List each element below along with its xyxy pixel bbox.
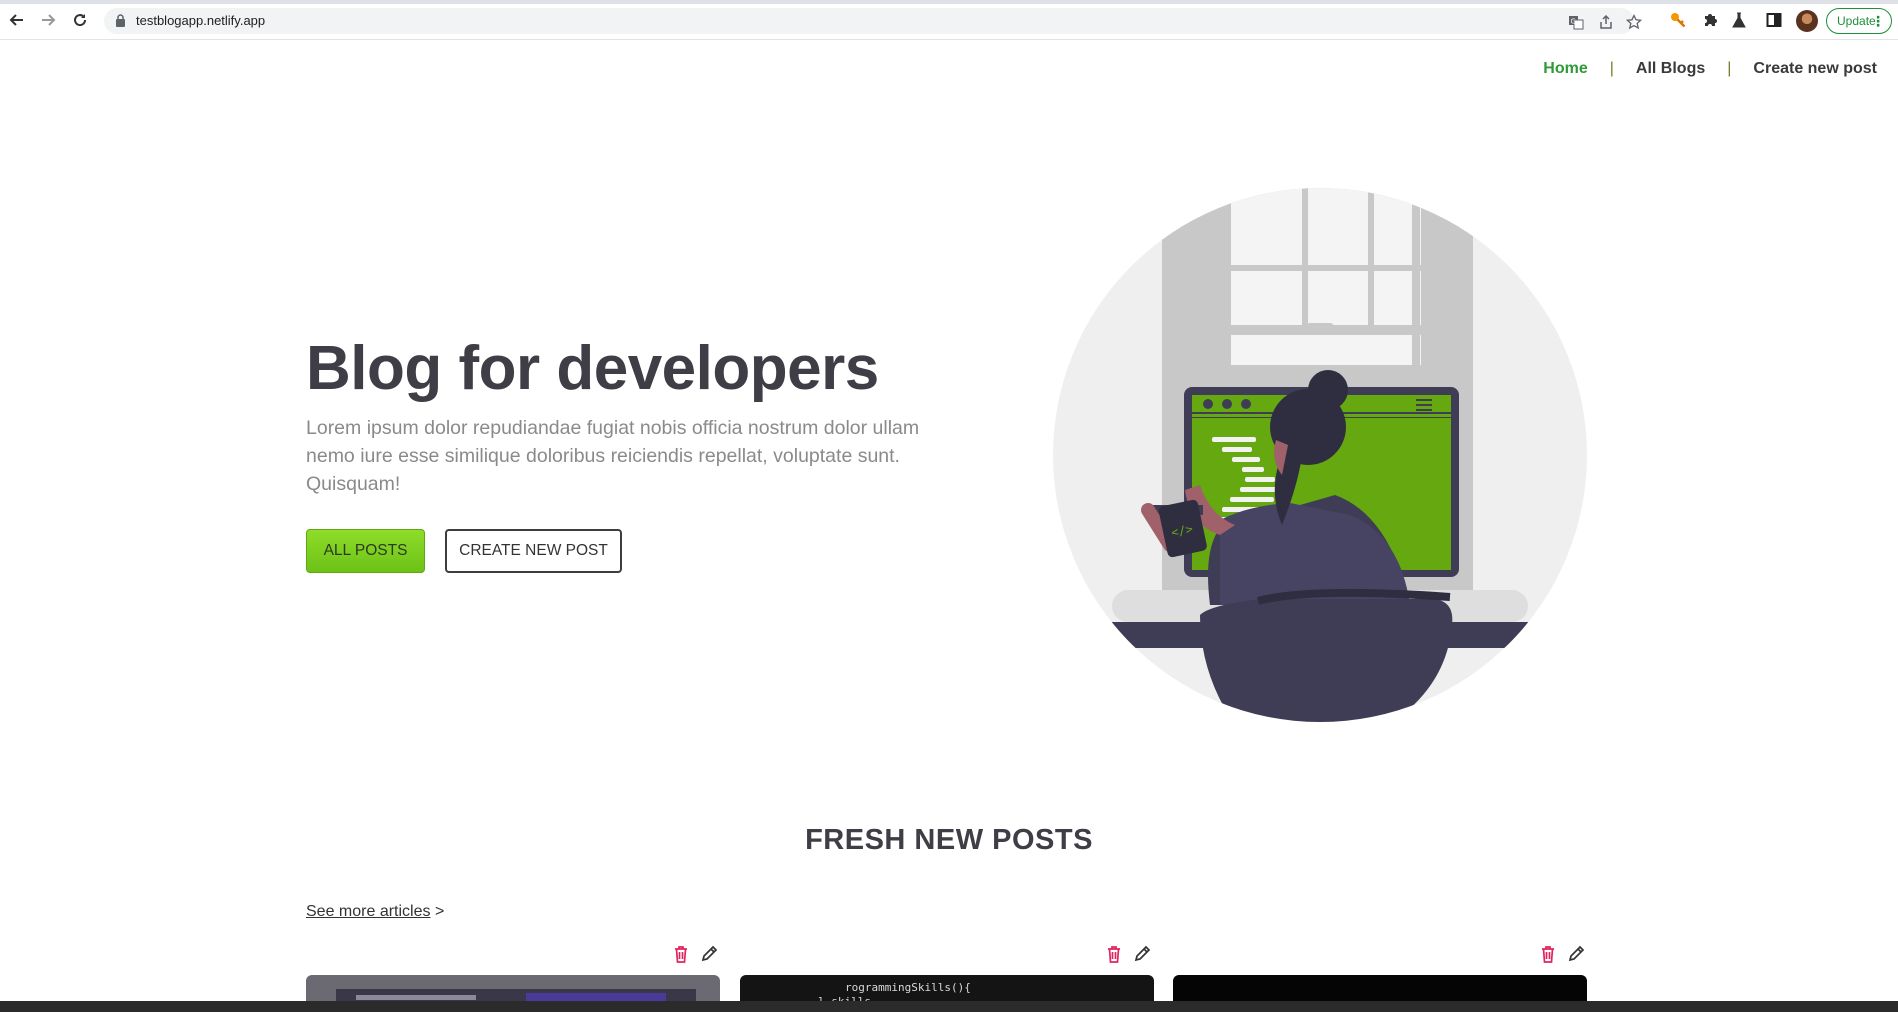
back-arrow-icon[interactable] [7, 10, 27, 30]
extension-key-icon[interactable] [1669, 11, 1687, 29]
address-bar[interactable]: testblogapp.netlify.app G [104, 8, 1642, 34]
see-more-articles-link[interactable]: See more articles > [306, 903, 444, 921]
nav-separator: | [1727, 60, 1732, 77]
lock-icon[interactable] [115, 14, 126, 32]
developer-illustration: </> [1053, 188, 1587, 722]
forward-arrow-icon[interactable] [38, 10, 58, 30]
card-tools [1105, 944, 1151, 964]
tab-strip [0, 0, 1898, 4]
update-button[interactable]: Update ⋮ [1826, 8, 1892, 34]
share-icon[interactable] [1598, 14, 1614, 30]
delete-icon[interactable] [1105, 944, 1123, 964]
edit-pencil-icon[interactable] [700, 944, 718, 964]
site-nav: Home | All Blogs | Create new post [1543, 60, 1877, 78]
bookmark-star-icon[interactable] [1626, 14, 1642, 30]
reload-icon[interactable] [70, 10, 90, 30]
svg-text:G: G [1571, 18, 1576, 26]
delete-icon[interactable] [1539, 944, 1557, 964]
card-tools [1539, 944, 1585, 964]
card-tools [672, 944, 718, 964]
nav-separator: | [1609, 60, 1614, 77]
edit-pencil-icon[interactable] [1567, 944, 1585, 964]
all-posts-button[interactable]: ALL POSTS [306, 529, 425, 573]
hero-title: Blog for developers [306, 334, 879, 403]
edit-pencil-icon[interactable] [1133, 944, 1151, 964]
code-snippet: rogrammingSkills(){ [845, 981, 971, 994]
nav-all-blogs-link[interactable]: All Blogs [1636, 60, 1705, 78]
hero-description: Lorem ipsum dolor repudiandae fugiat nob… [306, 417, 920, 495]
labs-flask-icon[interactable] [1730, 11, 1748, 29]
nav-home-link[interactable]: Home [1543, 60, 1587, 78]
section-title: FRESH NEW POSTS [805, 824, 1093, 856]
menu-dots-icon[interactable]: ⋮ [1871, 14, 1885, 28]
browser-toolbar: testblogapp.netlify.app G Update ⋮ [0, 0, 1898, 40]
see-more-label[interactable]: See more articles [306, 903, 431, 920]
update-label: Update [1837, 14, 1876, 28]
nav-create-post-link[interactable]: Create new post [1753, 60, 1877, 78]
translate-icon[interactable]: G [1568, 14, 1584, 30]
profile-avatar[interactable] [1796, 10, 1818, 32]
create-new-post-button[interactable]: CREATE NEW POST [445, 529, 622, 573]
extensions-puzzle-icon[interactable] [1701, 11, 1719, 29]
url-text[interactable]: testblogapp.netlify.app [136, 13, 265, 28]
side-panel-icon[interactable] [1765, 11, 1783, 29]
delete-icon[interactable] [672, 944, 690, 964]
taskbar-strip [0, 1001, 1898, 1012]
chevron-right-icon: > [434, 903, 445, 920]
